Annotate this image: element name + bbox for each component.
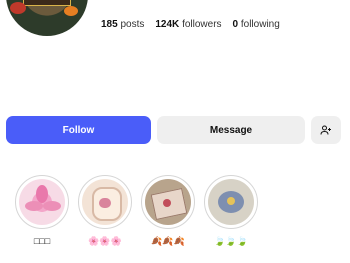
followers-count[interactable]: 124K followers bbox=[155, 18, 221, 32]
stat-value: 0 bbox=[232, 19, 239, 30]
highlight-ring bbox=[78, 175, 132, 229]
highlight-cover bbox=[208, 179, 254, 225]
highlight-label: 🌸🌸🌸 bbox=[88, 236, 122, 246]
profile-avatar[interactable] bbox=[6, 0, 88, 36]
suggest-people-button[interactable] bbox=[311, 116, 341, 144]
stat-label: following bbox=[240, 19, 280, 30]
posts-count[interactable]: 185 posts bbox=[101, 18, 144, 32]
highlight-ring bbox=[204, 175, 258, 229]
highlight-item[interactable]: 🌸🌸🌸 bbox=[78, 175, 136, 246]
highlight-label: 🍂🍂🍂 bbox=[151, 236, 185, 246]
message-button[interactable]: Message bbox=[157, 116, 305, 144]
stat-label: posts bbox=[120, 19, 145, 30]
highlight-item[interactable]: 🍂🍂🍂 bbox=[141, 175, 199, 246]
avatar-leaf bbox=[10, 2, 26, 14]
avatar-leaf bbox=[64, 6, 78, 16]
follow-button-label: Follow bbox=[62, 124, 95, 136]
highlight-ring bbox=[141, 175, 195, 229]
highlight-label: 🍃🍃🍃 bbox=[214, 236, 248, 246]
following-count[interactable]: 0 following bbox=[233, 18, 280, 32]
stat-label: followers bbox=[182, 19, 222, 30]
follow-button[interactable]: Follow bbox=[6, 116, 151, 144]
stat-value: 185 bbox=[101, 19, 118, 30]
person-add-icon bbox=[320, 125, 331, 135]
highlight-item[interactable]: 🍃🍃🍃 bbox=[204, 175, 262, 246]
highlight-cover bbox=[19, 179, 65, 225]
highlight-ring bbox=[15, 175, 69, 229]
avatar-sign bbox=[23, 0, 71, 6]
stat-value: 124K bbox=[155, 19, 180, 30]
highlight-cover bbox=[82, 179, 128, 225]
message-button-label: Message bbox=[209, 124, 253, 136]
profile-stats: 185 posts 124K followers 0 following bbox=[101, 18, 280, 32]
highlight-label: □□□ bbox=[33, 236, 51, 246]
highlight-item[interactable]: □□□ bbox=[15, 175, 73, 246]
highlight-cover bbox=[145, 179, 191, 225]
